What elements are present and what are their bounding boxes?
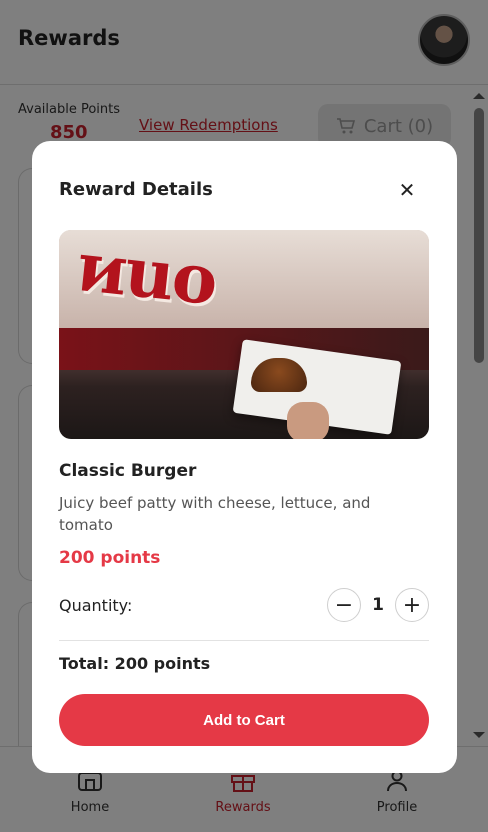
reward-details-modal: Reward Details ✕ ᴎuo Classic Burger Juic… bbox=[32, 141, 457, 773]
divider bbox=[59, 640, 429, 641]
reward-description: Juicy beef patty with cheese, lettuce, a… bbox=[59, 494, 371, 534]
sign-graphic: ᴎuo bbox=[73, 230, 220, 322]
close-icon[interactable]: ✕ bbox=[394, 177, 420, 203]
quantity-increase-button[interactable]: + bbox=[395, 588, 429, 622]
reward-name: Classic Burger bbox=[59, 461, 197, 481]
total-points: Total: 200 points bbox=[59, 654, 211, 673]
modal-title: Reward Details bbox=[59, 179, 213, 200]
hand-graphic bbox=[287, 402, 329, 439]
quantity-decrease-button[interactable]: − bbox=[327, 588, 361, 622]
add-to-cart-button[interactable]: Add to Cart bbox=[59, 694, 429, 746]
reward-image: ᴎuo bbox=[59, 230, 429, 439]
quantity-value: 1 bbox=[372, 595, 384, 615]
reward-points: 200 points bbox=[59, 548, 161, 568]
quantity-label: Quantity: bbox=[59, 596, 133, 615]
